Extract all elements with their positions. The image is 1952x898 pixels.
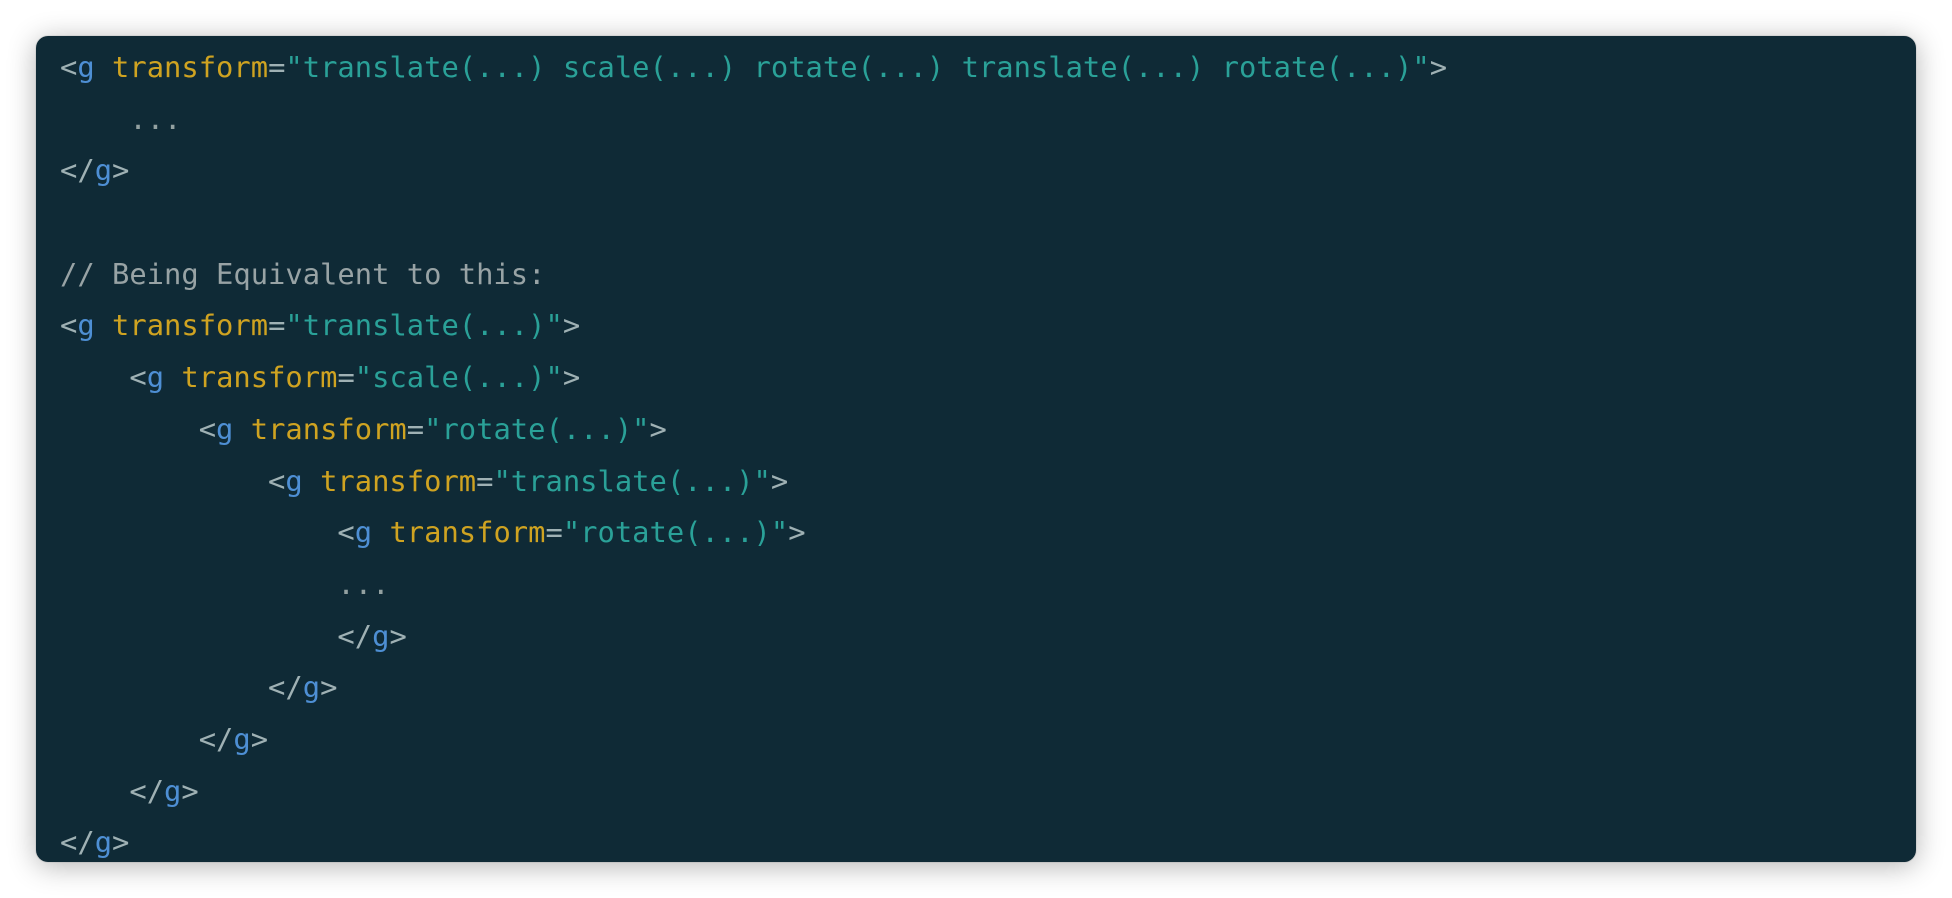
code-punctuation: =: [268, 50, 286, 84]
code-attribute: transform: [181, 360, 338, 395]
code-punctuation: >: [112, 153, 130, 188]
code-ellipsis: ...: [129, 101, 182, 136]
code-punctuation: >: [389, 618, 407, 653]
code-punctuation: =: [406, 411, 425, 446]
code-punctuation: >: [1429, 50, 1448, 84]
code-punctuation: [164, 360, 181, 394]
code-tag-name: g: [94, 825, 113, 860]
code-punctuation: </: [129, 773, 165, 808]
code-line: <g transform="translate(...)">: [60, 456, 1447, 508]
code-tag-name: g: [77, 308, 95, 343]
code-punctuation: >: [320, 670, 338, 705]
code-punctuation: =: [476, 463, 494, 498]
code-block: <g transform="translate(...) scale(...) …: [36, 36, 1916, 862]
code-string: "rotate(...)": [562, 515, 789, 550]
code-line: ...: [60, 94, 1447, 146]
code-punctuation: </: [60, 825, 95, 860]
code-punctuation: =: [337, 360, 355, 395]
code-line: </g>: [60, 714, 1447, 766]
code-listing: <g transform="translate(...) scale(...) …: [60, 42, 1447, 862]
code-line: ...: [60, 559, 1447, 611]
code-punctuation: <: [60, 308, 78, 343]
code-attribute: transform: [320, 463, 477, 498]
code-tag-name: g: [354, 515, 373, 550]
code-tag-name: g: [77, 50, 95, 84]
code-line: <g transform="rotate(...)">: [60, 404, 1447, 456]
code-tag-name: g: [233, 721, 251, 756]
code-punctuation: </: [268, 670, 303, 705]
code-line: </g>: [60, 145, 1447, 197]
code-attribute: transform: [389, 515, 546, 550]
code-punctuation: </: [337, 618, 373, 653]
code-tag-name: g: [372, 618, 390, 653]
code-punctuation: >: [770, 463, 789, 498]
code-line: <g transform="scale(...)">: [60, 352, 1447, 404]
code-attribute: transform: [112, 50, 269, 84]
code-string: "translate(...) scale(...) rotate(...) t…: [285, 50, 1430, 84]
code-punctuation: <: [129, 360, 147, 395]
code-string: "rotate(...)": [424, 411, 650, 446]
code-tag-name: g: [164, 773, 182, 808]
code-tag-name: g: [285, 463, 303, 498]
code-tag-name: g: [302, 670, 321, 705]
screenshot-stage: <g transform="translate(...) scale(...) …: [0, 0, 1952, 898]
code-tag-name: g: [146, 360, 165, 395]
code-punctuation: >: [788, 515, 806, 550]
code-punctuation: [303, 464, 320, 498]
code-line: <g transform="translate(...)">: [60, 300, 1447, 352]
code-line: </g>: [60, 766, 1447, 818]
code-punctuation: <: [268, 463, 286, 498]
code-tag-name: g: [94, 153, 113, 188]
code-attribute: transform: [250, 411, 407, 446]
code-punctuation: <: [337, 515, 355, 550]
code-punctuation: >: [649, 411, 667, 446]
code-punctuation: =: [545, 515, 563, 550]
code-string: "scale(...)": [354, 360, 563, 395]
code-punctuation: >: [181, 773, 199, 808]
code-punctuation: [95, 50, 112, 84]
code-string: "translate(...)": [493, 463, 771, 498]
code-punctuation: >: [562, 360, 581, 395]
code-ellipsis: ...: [337, 566, 390, 601]
code-comment: // Being Equivalent to this:: [60, 256, 546, 291]
code-attribute: transform: [112, 308, 269, 343]
code-punctuation: </: [198, 721, 234, 756]
code-line: <g transform="rotate(...)">: [60, 507, 1447, 559]
code-tag-name: g: [216, 411, 234, 446]
code-line: </g>: [60, 817, 1447, 862]
code-punctuation: >: [112, 825, 130, 860]
code-punctuation: [372, 515, 389, 549]
code-string: "translate(...)": [285, 308, 563, 343]
code-punctuation: =: [268, 308, 286, 343]
code-punctuation: >: [562, 308, 581, 343]
code-line: <g transform="translate(...) scale(...) …: [60, 42, 1447, 94]
code-line: // Being Equivalent to this:: [60, 249, 1447, 301]
code-line: </g>: [60, 611, 1447, 663]
code-line: </g>: [60, 662, 1447, 714]
code-punctuation: <: [198, 411, 217, 446]
code-punctuation: </: [60, 153, 95, 188]
code-punctuation: [233, 412, 250, 446]
code-punctuation: <: [60, 50, 78, 84]
code-punctuation: [95, 308, 112, 342]
code-punctuation: >: [250, 721, 269, 756]
